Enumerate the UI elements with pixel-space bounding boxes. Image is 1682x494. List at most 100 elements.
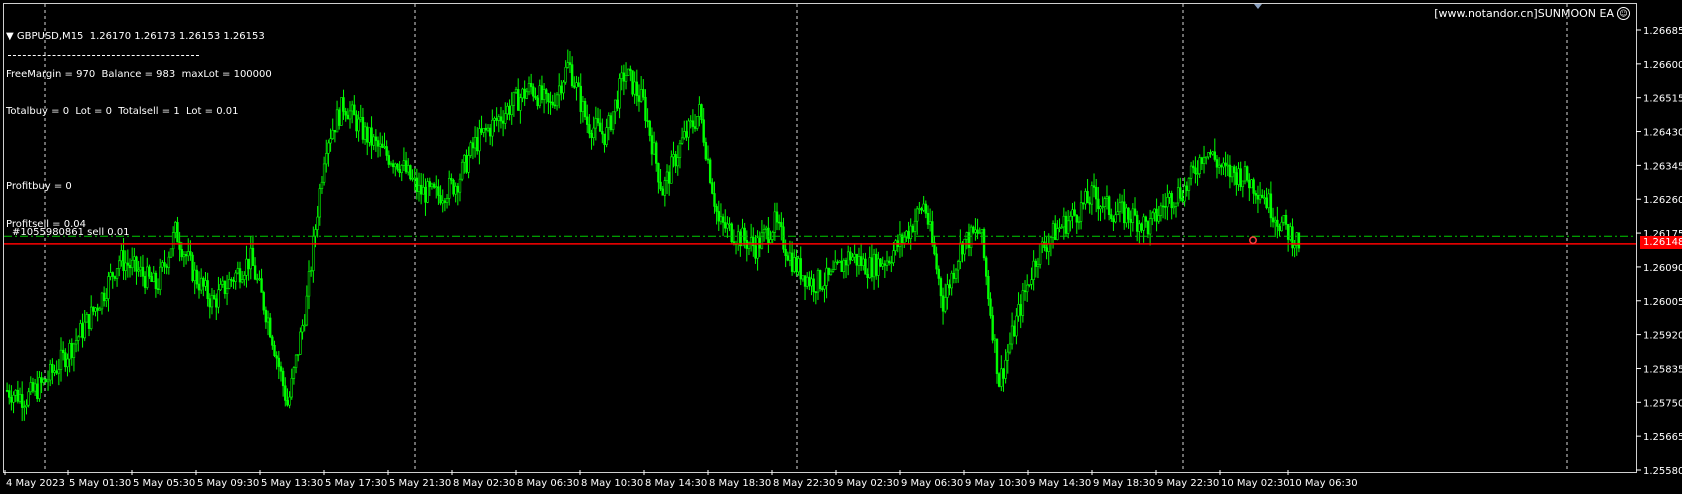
candle-body (1174, 202, 1178, 207)
candle-body (685, 131, 688, 138)
candle-body (1284, 215, 1288, 225)
x-tick-label: 5 May 01:30 (69, 478, 131, 489)
candle-body (1135, 214, 1139, 232)
candle-body (1153, 208, 1156, 214)
candle-body (81, 323, 84, 339)
candle-body (616, 99, 619, 109)
candle-body (437, 186, 440, 196)
x-tick-label: 5 May 13:30 (261, 478, 323, 489)
candle-body (413, 177, 416, 180)
candle-body (327, 142, 330, 154)
profit-buy-line: Profitbuy = 0 (6, 181, 72, 192)
candle-body (1092, 185, 1096, 188)
candle-body (1094, 187, 1098, 200)
candle-body (987, 275, 990, 300)
candle-body (159, 266, 162, 290)
candle-body (1172, 206, 1176, 209)
candle-body (726, 223, 729, 229)
candle-body (266, 317, 270, 323)
candle-body (243, 275, 246, 280)
candle-body (894, 240, 897, 251)
candle-body (877, 258, 880, 276)
candle-body (1030, 279, 1033, 285)
candle-body (521, 88, 524, 99)
candle-body (931, 221, 934, 243)
candle-body (1051, 223, 1055, 238)
candle-body (674, 154, 677, 167)
candle-body (484, 127, 488, 131)
candle-body (1293, 244, 1296, 249)
x-tick-label: 8 May 22:30 (773, 478, 835, 489)
candle-body (1282, 215, 1286, 223)
candle-body (314, 229, 317, 237)
candle-body (1258, 194, 1262, 200)
candle-body (1245, 166, 1249, 181)
candle-body (868, 257, 871, 278)
candle-body (1010, 325, 1014, 345)
candle-body (665, 171, 669, 181)
y-tick-label: 1.25750 (1643, 398, 1682, 409)
candle-body (555, 94, 559, 107)
candle-body (883, 263, 887, 266)
bid-price-tag: 1.26148 (1640, 236, 1682, 249)
candle-body (1198, 157, 1201, 174)
candle-body (292, 367, 296, 379)
candle-body (708, 159, 712, 183)
candle-body (614, 99, 617, 113)
candle-body (195, 269, 199, 285)
candle-body (57, 369, 61, 374)
candle-body (780, 222, 783, 228)
candle-body (146, 266, 149, 288)
candle-body (547, 93, 550, 103)
candle-body (152, 272, 155, 282)
y-tick-label: 1.26345 (1643, 161, 1682, 172)
chart-window[interactable]: 1.26685 1.26600 1.26515 1.26430 1.26345 1.262… (0, 0, 1682, 494)
candle-body (83, 321, 86, 339)
candle-body (1034, 260, 1038, 267)
candle-body (31, 382, 35, 392)
candle-body (1028, 284, 1031, 286)
candle-body (1273, 219, 1277, 223)
candle-body (831, 269, 835, 272)
candle-body (1256, 194, 1260, 200)
candle-body (956, 261, 960, 271)
candle-body (967, 232, 971, 248)
candle-body (493, 118, 496, 121)
candle-body (885, 260, 889, 266)
candle-body (325, 153, 328, 165)
candle-body (657, 163, 660, 183)
candle-body (98, 308, 102, 311)
candle-body (512, 91, 516, 106)
candle-body (25, 404, 28, 408)
candle-body (1101, 206, 1104, 208)
candle-body (892, 250, 895, 263)
candle-body (1207, 152, 1210, 158)
candle-body (903, 236, 906, 244)
candle-body (439, 195, 442, 204)
candle-body (1220, 164, 1223, 168)
candle-body (760, 232, 764, 249)
candle-body (680, 137, 684, 144)
order-label[interactable]: #1055980861 sell 0.01 (12, 227, 130, 238)
candle-body (320, 181, 324, 189)
candle-body (1075, 214, 1078, 223)
candle-body (275, 355, 278, 359)
candle-body (510, 104, 513, 115)
candle-body (857, 256, 861, 266)
candle-body (946, 284, 949, 298)
candle-body (1148, 218, 1152, 235)
candle-body (478, 128, 481, 152)
collapse-arrow-icon[interactable]: ▼ (6, 31, 17, 42)
candle-body (64, 352, 67, 368)
candle-body (1179, 187, 1182, 199)
candle-body (564, 67, 567, 83)
candle-body (480, 128, 483, 133)
candle-body (542, 89, 546, 100)
candle-body (1271, 217, 1275, 223)
candle-body (648, 120, 651, 136)
candle-body (762, 229, 766, 234)
candle-body (111, 272, 114, 277)
candle-body (1278, 226, 1281, 232)
candle-body (618, 78, 621, 109)
candle-body (862, 258, 865, 266)
